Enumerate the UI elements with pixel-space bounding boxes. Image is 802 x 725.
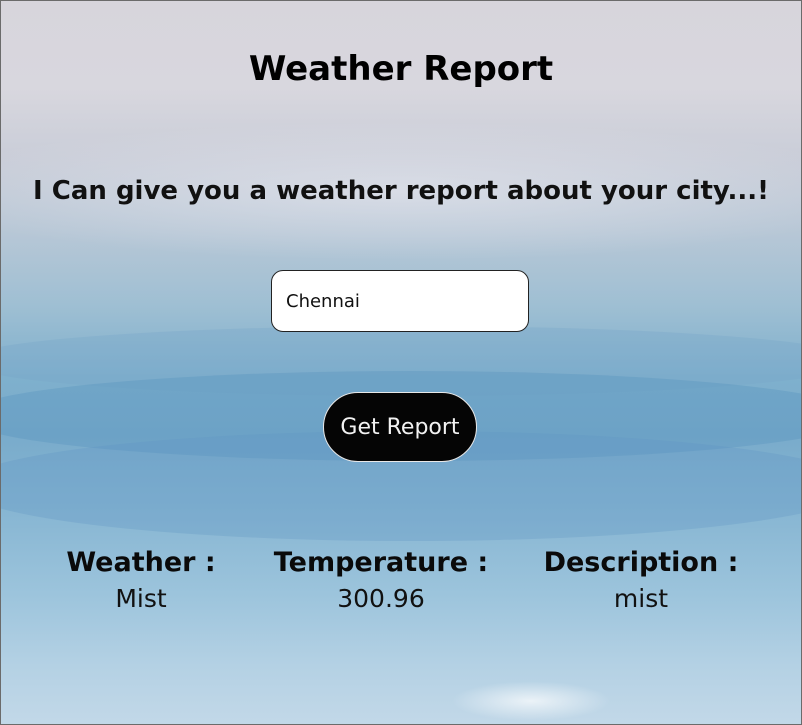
weather-value: Mist <box>115 584 167 613</box>
city-input[interactable] <box>271 270 529 332</box>
temperature-label: Temperature : <box>273 547 489 578</box>
page-title: Weather Report <box>248 49 554 89</box>
temperature-stat: Temperature : 300.96 <box>266 547 496 613</box>
description-label: Description : <box>543 547 739 578</box>
background-cloud <box>451 681 611 721</box>
tagline: I Can give you a weather report about yo… <box>33 176 769 206</box>
description-stat: Description : mist <box>531 547 751 613</box>
weather-label: Weather : <box>66 547 216 578</box>
weather-stat: Weather : Mist <box>41 547 241 613</box>
description-value: mist <box>613 584 669 613</box>
weather-app: Weather Report I Can give you a weather … <box>0 0 802 725</box>
temperature-value: 300.96 <box>337 584 425 613</box>
get-report-button[interactable]: Get Report <box>323 392 477 462</box>
